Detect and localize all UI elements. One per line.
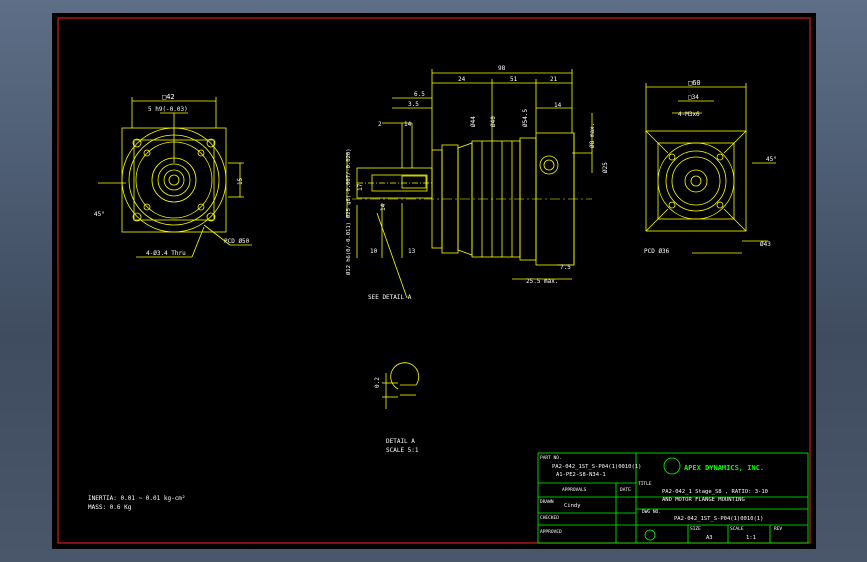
mass-note: MASS: 0.6 Kg <box>88 504 132 511</box>
front-thread-label: 5 h9(-0.03) <box>148 106 188 113</box>
detail-a-dim: 0.2 <box>374 377 381 388</box>
dwg-no-value: PA2-042_1ST_S-P04(1)0010(1) <box>674 516 763 522</box>
front-dim-right: 15 <box>237 177 244 185</box>
drawn-value: Cindy <box>564 503 581 509</box>
rear-holes-label: 4-M3x6 <box>678 111 700 118</box>
cad-viewport[interactable]: □42 5 h9(-0.03) 15 45° 4-Ø3.4 Thru PCD Ø… <box>52 13 816 549</box>
dim-13: 13 <box>408 248 416 255</box>
scale-label: SCALE <box>730 526 744 532</box>
rear-pcd-label: PCD Ø36 <box>644 248 670 255</box>
dim-3-5: 3.5 <box>408 101 419 108</box>
scale-value: 1:1 <box>746 535 756 541</box>
rev-label: REV <box>774 526 782 532</box>
front-angle-label: 45° <box>94 211 105 218</box>
detail-a-callout: SEE DETAIL A <box>368 294 412 301</box>
dim-2: 2 <box>378 121 382 128</box>
dim-25-right: Ø25 <box>602 162 609 173</box>
cad-drawing: □42 5 h9(-0.03) 15 45° 4-Ø3.4 Thru PCD Ø… <box>57 17 811 544</box>
dim-8-max: Ø8 max. <box>589 123 596 148</box>
dim-12-h6: Ø12 h6(0/-0.011) <box>345 222 352 275</box>
dim-25-g6: Ø25 g6(-0.007/-0.020) <box>345 148 352 218</box>
dim-51: 51 <box>510 76 518 83</box>
detail-a-title: DETAIL A <box>386 438 415 445</box>
title-label: TITLE <box>638 481 652 487</box>
checked-label: CHECKED <box>540 515 559 521</box>
rear-dia-label: Ø43 <box>760 241 771 248</box>
front-square-label: □42 <box>162 93 175 101</box>
dim-24: 24 <box>458 76 466 83</box>
date-header: DATE <box>620 487 631 493</box>
dim-44: Ø44 <box>470 116 477 127</box>
dim-40: Ø40 <box>490 116 497 127</box>
dim-total-length: 98 <box>498 65 506 72</box>
rear-angle-label: 45° <box>766 156 777 163</box>
dim-14: 14 <box>380 203 387 211</box>
approvals-header: APPROVALS <box>562 487 587 493</box>
dwg-no-label: DWG NO. <box>642 509 661 515</box>
dim-6-5: 6.5 <box>414 91 425 98</box>
title-line-1: PA2-042_1 Stage_S8 , RATIO: 3-10 <box>662 489 768 495</box>
front-holes-label: 4-Ø3.4 Thru <box>146 250 186 257</box>
size-label: SIZE <box>690 526 701 532</box>
title-part-no-2: A1-PE2-S8-N34-1 <box>556 472 606 478</box>
rear-square-label: □60 <box>688 79 701 87</box>
dim-54-5: Ø54.5 <box>522 109 529 127</box>
rear-sq34-label: □34 <box>688 94 699 101</box>
company-name: APEX DYNAMICS, INC. <box>684 464 764 472</box>
dim-17: 17 <box>357 183 364 191</box>
dim-21: 21 <box>550 76 558 83</box>
dim-14-a: 14 <box>404 121 412 128</box>
inertia-note: INERTIA: 0.01 ~ 0.01 kg-cm² <box>88 495 186 502</box>
front-pcd-label: PCD Ø50 <box>224 238 250 245</box>
approved-label: APPROVED <box>540 529 562 535</box>
dim-10: 10 <box>370 248 378 255</box>
drawn-label: DRAWN <box>540 499 554 505</box>
front-view <box>98 97 252 258</box>
rear-view <box>645 83 776 254</box>
dim-25-5-max: 25.5 max. <box>526 278 559 285</box>
title-part-no-label: PART NO. <box>540 455 562 461</box>
title-line-2: AND MOTOR FLANGE MOUNTING <box>662 497 745 503</box>
dim-14-b: 14 <box>554 102 562 109</box>
dim-7-5: 7.5 <box>560 264 571 271</box>
detail-a-scale: SCALE 5:1 <box>386 447 419 454</box>
size-value: A3 <box>706 535 713 541</box>
detail-a-view <box>382 362 420 409</box>
title-part-no: PA2-042_1ST_S-P04(1)0010(1) <box>552 464 641 470</box>
